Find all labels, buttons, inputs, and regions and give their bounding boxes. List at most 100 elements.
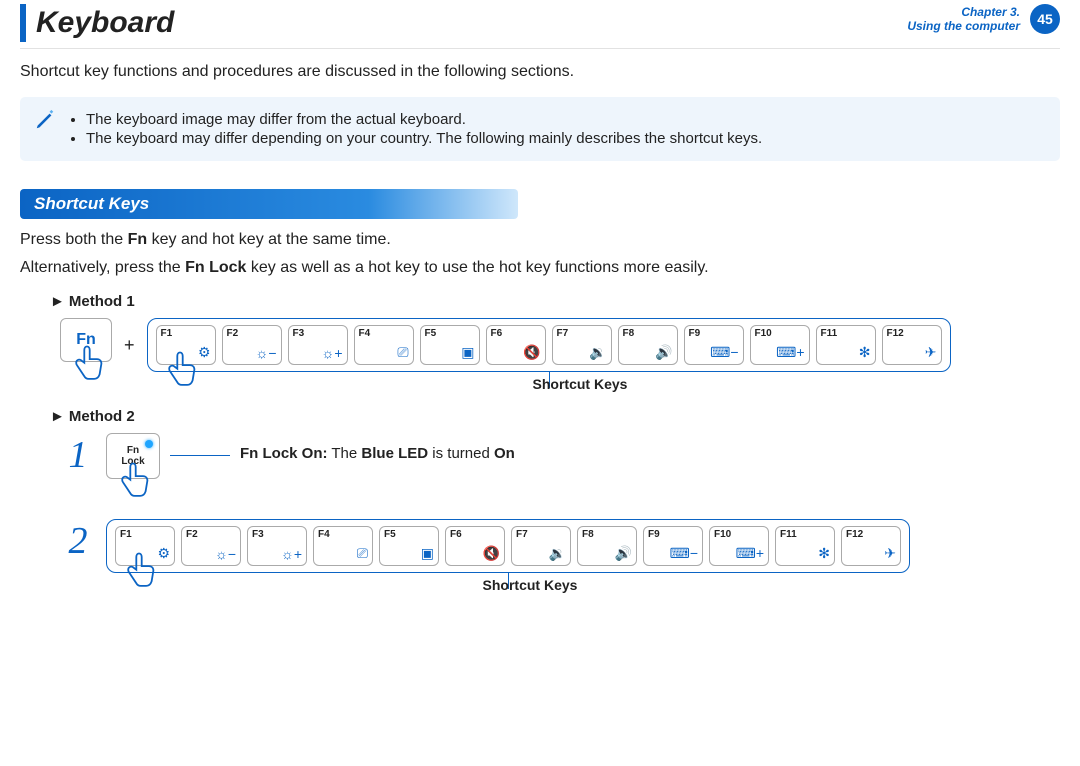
fkey-label: F11: [780, 529, 797, 540]
hand-pointer-icon: [114, 459, 152, 513]
fkey-icon: 🔇: [523, 344, 540, 361]
fkey-f12: F12 ✈: [841, 526, 901, 566]
fkey-f12: F12 ✈: [882, 325, 942, 365]
led-indicator-icon: [145, 440, 153, 448]
fkey-icon: ⚙: [198, 344, 211, 361]
fkey-label: F8: [582, 529, 594, 540]
fkey-label: F3: [293, 328, 305, 339]
fkey-label: F4: [359, 328, 371, 339]
intro-text: Shortcut key functions and procedures ar…: [20, 63, 1060, 81]
fkey-f11: F11 ✻: [775, 526, 835, 566]
fkey-label: F2: [186, 529, 198, 540]
fkey-label: F8: [623, 328, 635, 339]
page-header: Keyboard Chapter 3. Using the computer 4…: [20, 0, 1060, 49]
fkey-icon: ✻: [818, 545, 830, 562]
note-callout: The keyboard image may differ from the a…: [20, 97, 1060, 161]
fkey-icon: ✻: [859, 344, 871, 361]
step-number: 2: [60, 519, 96, 563]
fkey-icon: ✈: [884, 545, 896, 562]
fkey-f5: F5 ▣: [420, 325, 480, 365]
fkey-icon: ⌨−: [670, 545, 698, 562]
fkey-icon: ▣: [421, 545, 434, 562]
section-desc-2: Alternatively, press the Fn Lock key as …: [20, 259, 1060, 277]
fkey-label: F1: [120, 529, 132, 540]
fkey-label: F10: [714, 529, 731, 540]
note-icon: [34, 109, 56, 131]
fkey-f10: F10 ⌨+: [709, 526, 769, 566]
fkey-label: F4: [318, 529, 330, 540]
fkey-label: F9: [689, 328, 701, 339]
fkey-icon: ⌨+: [736, 545, 764, 562]
fkey-f9: F9 ⌨−: [643, 526, 703, 566]
fkey-label: F1: [161, 328, 173, 339]
fkey-label: F12: [887, 328, 904, 339]
fkey-f8: F8🔊: [618, 325, 678, 365]
method1-row: Fn + F1⚙F2☼−F3☼+F4⎚F5▣F6🔇F7🔉F8🔊F9⌨−F10⌨+…: [60, 318, 1060, 372]
fkey-icon: ✈: [925, 344, 937, 361]
fkey-f6: F6 🔇: [445, 526, 505, 566]
method2-heading: ►Method 2: [50, 408, 1060, 425]
method2-step1: 1 Fn Lock Fn Lock On: The Blue LED is tu…: [60, 433, 1060, 479]
fkey-label: F12: [846, 529, 863, 540]
fkey-f8: F8 🔊: [577, 526, 637, 566]
header-chapter-text: Chapter 3. Using the computer: [907, 5, 1020, 34]
fkey-label: F5: [384, 529, 396, 540]
fkey-f3: F3 ☼+: [288, 325, 348, 365]
note-list: The keyboard image may differ from the a…: [68, 109, 762, 149]
fkey-f7: F7 🔉: [511, 526, 571, 566]
page-title: Keyboard: [36, 6, 174, 40]
fkey-f6: F6🔇: [486, 325, 546, 365]
fkey-f2: F2 ☼−: [222, 325, 282, 365]
hand-pointer-icon: [68, 342, 106, 396]
hand-pointer-icon: [120, 549, 158, 603]
fkey-label: F7: [557, 328, 569, 339]
fkey-f4: F4 ⎚: [354, 325, 414, 365]
fkey-label: F7: [516, 529, 528, 540]
fkey-icon: ▣: [461, 344, 474, 361]
fkey-strip: F1⚙F2☼−F3☼+F4⎚F5▣F6🔇F7🔉F8🔊F9⌨−F10⌨+F11✻F…: [147, 318, 951, 372]
fkey-icon: ⌨−: [710, 344, 738, 361]
fkey-label: F3: [252, 529, 264, 540]
section-desc-1: Press both the Fn key and hot key at the…: [20, 231, 1060, 249]
fkey-icon: ☼+: [281, 546, 302, 562]
plus-sign: +: [124, 335, 135, 356]
fkey-icon: ⌨+: [776, 344, 804, 361]
fkey-icon: ⎚: [397, 344, 408, 361]
fkey-icon: ☼−: [215, 546, 236, 562]
fkey-label: F5: [425, 328, 437, 339]
fkey-label: F11: [821, 328, 838, 339]
fkey-icon: 🔉: [549, 545, 566, 562]
fkey-label: F6: [450, 529, 462, 540]
fkey-icon: ☼−: [256, 345, 277, 361]
fkey-icon: 🔊: [615, 545, 632, 562]
section-heading: Shortcut Keys: [20, 189, 518, 219]
fkey-label: F10: [755, 328, 772, 339]
fkey-icon: ☼+: [322, 345, 343, 361]
page-number-badge: 45: [1030, 4, 1060, 34]
fkey-f10: F10 ⌨+: [750, 325, 810, 365]
note-item: The keyboard may differ depending on you…: [86, 130, 762, 147]
step-number: 1: [60, 433, 96, 477]
fkey-icon: 🔉: [589, 344, 606, 361]
fkey-label: F2: [227, 328, 239, 339]
fkey-label: F9: [648, 529, 660, 540]
fkey-icon: 🔇: [483, 545, 500, 562]
fkey-icon: ⎚: [357, 545, 368, 562]
led-callout-line: [170, 455, 230, 456]
fkey-strip: F1⚙F2☼−F3☼+F4⎚F5▣F6🔇F7🔉F8🔊F9⌨−F10⌨+F11✻F…: [106, 519, 910, 573]
title-accent-bar: [20, 4, 26, 42]
chapter-subtitle: Using the computer: [907, 19, 1020, 33]
strip-caption: Shortcut Keys: [170, 376, 990, 392]
fkey-f9: F9 ⌨−: [684, 325, 744, 365]
method2-step2: 2 F1 ⚙ F2 ☼− F3 ☼+ F4 ⎚ F5 ▣ F6 🔇 F7 🔉 F8 🔊 F9 ⌨− F10 ⌨+ F11…: [60, 519, 1060, 573]
hand-pointer-icon: [161, 348, 199, 402]
chapter-number: Chapter 3.: [907, 5, 1020, 19]
fkey-f11: F11 ✻: [816, 325, 876, 365]
fkey-f3: F3 ☼+: [247, 526, 307, 566]
fkey-icon: ⚙: [157, 545, 170, 562]
strip-caption: Shortcut Keys: [120, 577, 940, 593]
method1-heading: ►Method 1: [50, 293, 1060, 310]
fn-lock-callout: Fn Lock On: The Blue LED is turned On: [240, 445, 515, 462]
fkey-f4: F4 ⎚: [313, 526, 373, 566]
note-item: The keyboard image may differ from the a…: [86, 111, 762, 128]
